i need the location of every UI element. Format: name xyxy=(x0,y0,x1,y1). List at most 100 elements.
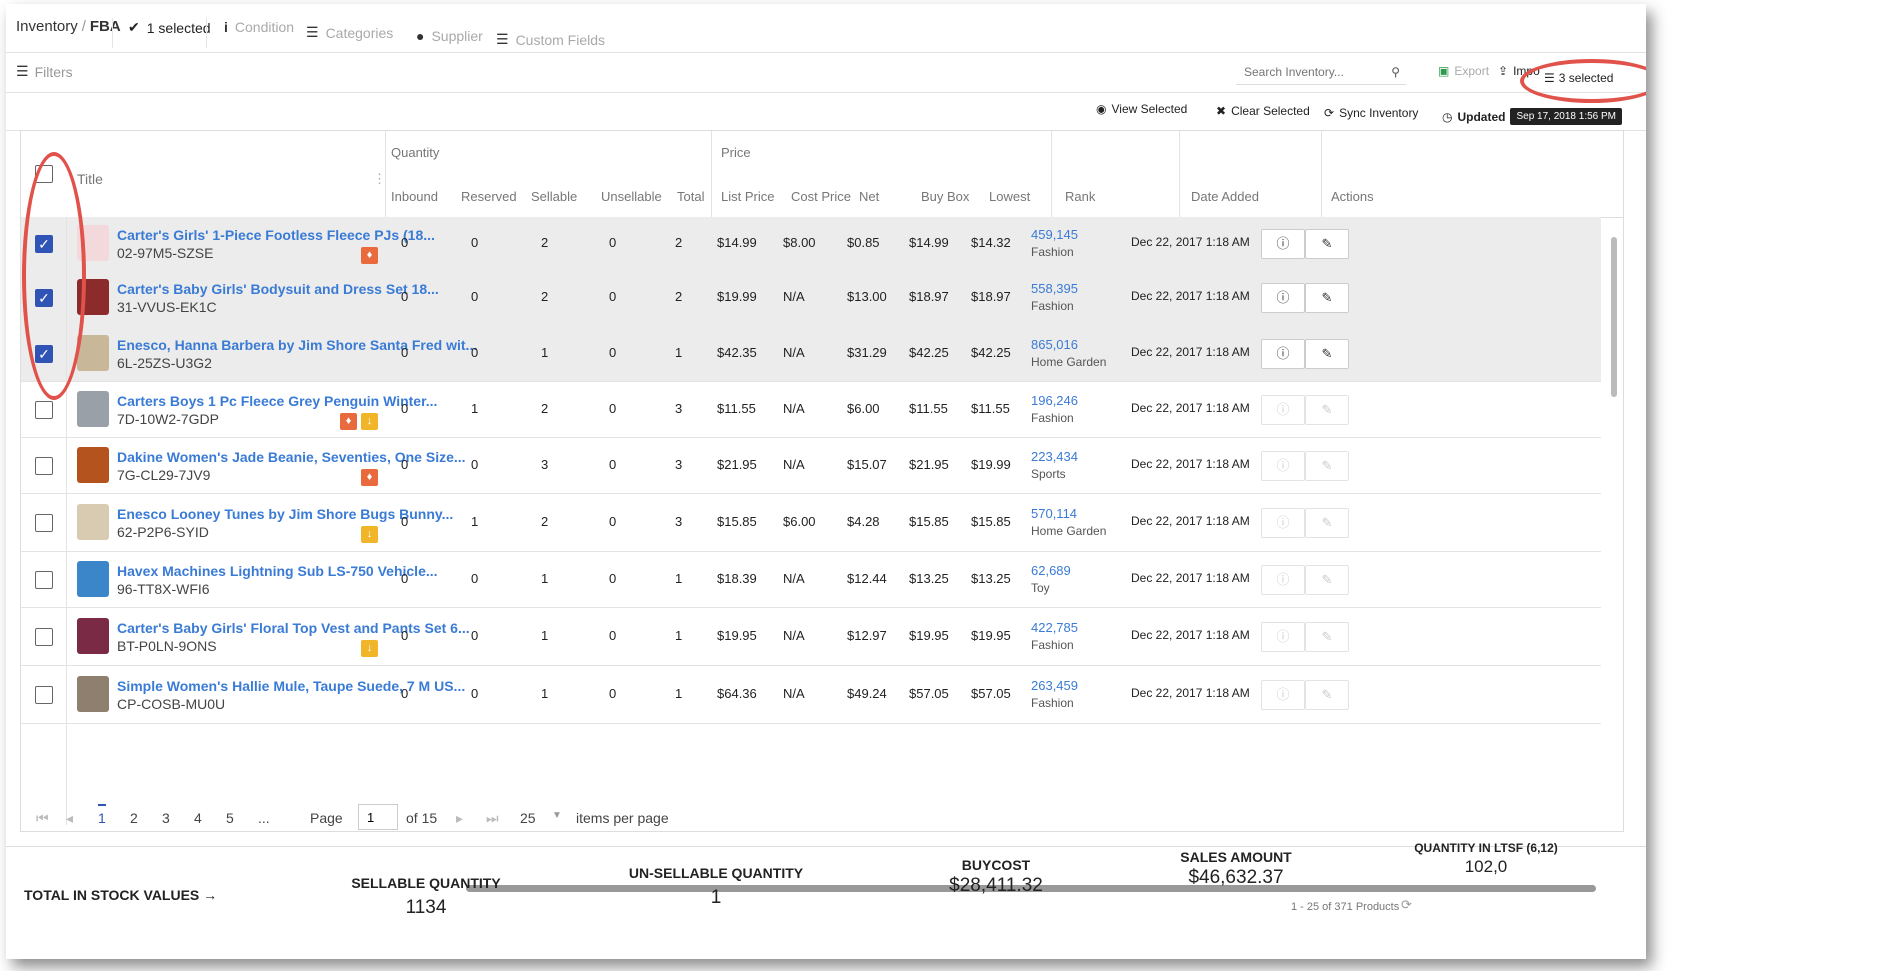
sync-inventory-button[interactable]: ⟳ Sync Inventory xyxy=(1324,106,1418,120)
rank-link[interactable]: 459,145 xyxy=(1031,227,1078,242)
edit-button[interactable]: ✎ xyxy=(1305,622,1349,652)
table-row[interactable]: Enesco Looney Tunes by Jim Shore Bugs Bu… xyxy=(21,493,1601,552)
info-button[interactable]: ⓘ xyxy=(1261,508,1305,538)
header-sellable[interactable]: Sellable xyxy=(531,189,577,204)
product-title-link[interactable]: Carter's Girls' 1-Piece Footless Fleece … xyxy=(117,227,435,243)
condition-filter[interactable]: i Condition xyxy=(224,19,294,35)
edit-button[interactable]: ✎ xyxy=(1305,508,1349,538)
selected-count-chip[interactable]: ☰ 3 selected xyxy=(1544,71,1613,85)
product-title-link[interactable]: Enesco, Hanna Barbera by Jim Shore Santa… xyxy=(117,337,477,353)
product-title-link[interactable]: Carter's Baby Girls' Floral Top Vest and… xyxy=(117,620,470,636)
table-row[interactable]: ✓ Enesco, Hanna Barbera by Jim Shore Sant… xyxy=(21,325,1601,382)
info-icon: ⓘ xyxy=(1276,515,1290,530)
header-rank[interactable]: Rank xyxy=(1065,189,1095,204)
vertical-scrollbar[interactable] xyxy=(1611,237,1617,397)
header-list-price[interactable]: List Price xyxy=(721,189,774,204)
info-button[interactable]: ⓘ xyxy=(1261,451,1305,481)
page-1[interactable]: 1 xyxy=(98,804,106,826)
rank-link[interactable]: 223,434 xyxy=(1031,449,1078,464)
header-total[interactable]: Total xyxy=(677,189,704,204)
product-title-link[interactable]: Carter's Baby Girls' Bodysuit and Dress … xyxy=(117,281,439,297)
header-title[interactable]: Title xyxy=(77,171,103,187)
filters-button[interactable]: ☰ Filters xyxy=(16,63,73,80)
cell-inbound: 0 xyxy=(401,571,409,586)
info-button[interactable]: ⓘ xyxy=(1261,339,1305,369)
filters-label: Filters xyxy=(34,63,73,80)
selected-count-label: 3 selected xyxy=(1558,71,1614,85)
header-net[interactable]: Net xyxy=(859,189,879,204)
rank-link[interactable]: 196,246 xyxy=(1031,393,1078,408)
import-button[interactable]: ⇪ Impo xyxy=(1498,64,1540,78)
header-unsellable[interactable]: Unsellable xyxy=(601,189,662,204)
last-page-icon[interactable]: ⏭ xyxy=(486,810,499,827)
table-row[interactable]: Havex Machines Lightning Sub LS-750 Vehi… xyxy=(21,551,1601,608)
select-all-checkbox[interactable] xyxy=(35,165,53,183)
rank-category: Fashion xyxy=(1031,299,1074,313)
next-page-icon[interactable]: ▸ xyxy=(456,810,463,827)
table-row[interactable]: Simple Women's Hallie Mule, Taupe Suede,… xyxy=(21,665,1601,724)
header-reserved[interactable]: Reserved xyxy=(461,189,517,204)
cell-inbound: 0 xyxy=(401,345,409,360)
product-title-link[interactable]: Dakine Women's Jade Beanie, Seventies, O… xyxy=(117,449,466,465)
page-3[interactable]: 3 xyxy=(162,810,170,826)
supplier-filter[interactable]: ● Supplier xyxy=(416,28,483,44)
header-date-added[interactable]: Date Added xyxy=(1191,189,1259,204)
info-button[interactable]: ⓘ xyxy=(1261,680,1305,710)
rank-link[interactable]: 422,785 xyxy=(1031,620,1078,635)
rank-link[interactable]: 263,459 xyxy=(1031,678,1078,693)
cell-net: $12.44 xyxy=(847,571,887,586)
product-sku: 7G-CL29-7JV9 xyxy=(117,467,211,483)
info-button[interactable]: ⓘ xyxy=(1261,395,1305,425)
page-4[interactable]: 4 xyxy=(194,810,202,826)
page-ellipsis[interactable]: ... xyxy=(258,810,270,826)
edit-button[interactable]: ✎ xyxy=(1305,680,1349,710)
chevron-down-icon[interactable]: ▼ xyxy=(552,810,562,821)
info-button[interactable]: ⓘ xyxy=(1261,565,1305,595)
page-5[interactable]: 5 xyxy=(226,810,234,826)
cell-sellable: 1 xyxy=(541,571,549,586)
cell-total: 2 xyxy=(675,235,683,250)
table-row[interactable]: Carter's Baby Girls' Floral Top Vest and… xyxy=(21,607,1601,666)
search-icon[interactable]: ⚲ xyxy=(1391,65,1400,79)
per-page-select[interactable]: 25 xyxy=(520,810,536,826)
rank-link[interactable]: 570,114 xyxy=(1031,506,1077,521)
header-buy-box[interactable]: Buy Box xyxy=(921,189,969,204)
cell-list-price: $19.95 xyxy=(717,628,757,643)
rank-link[interactable]: 558,395 xyxy=(1031,281,1078,296)
info-button[interactable]: ⓘ xyxy=(1261,283,1305,313)
info-button[interactable]: ⓘ xyxy=(1261,229,1305,259)
edit-button[interactable]: ✎ xyxy=(1305,565,1349,595)
rank-link[interactable]: 62,689 xyxy=(1031,563,1071,578)
first-page-icon[interactable]: ⏮ xyxy=(36,810,49,827)
close-icon: ✖ xyxy=(1216,104,1227,118)
rank-link[interactable]: 865,016 xyxy=(1031,337,1078,352)
edit-button[interactable]: ✎ xyxy=(1305,283,1349,313)
selected-toggle[interactable]: ✔ 1 selected xyxy=(128,19,211,36)
page-number-input[interactable] xyxy=(358,804,398,830)
page-2[interactable]: 2 xyxy=(130,810,138,826)
categories-filter[interactable]: ☰ Categories xyxy=(306,24,393,41)
edit-button[interactable]: ✎ xyxy=(1305,339,1349,369)
product-title-link[interactable]: Havex Machines Lightning Sub LS-750 Vehi… xyxy=(117,563,438,579)
clear-selected-button[interactable]: ✖ Clear Selected xyxy=(1216,104,1310,118)
product-title-link[interactable]: Carters Boys 1 Pc Fleece Grey Penguin Wi… xyxy=(117,393,437,409)
table-row[interactable]: Carters Boys 1 Pc Fleece Grey Penguin Wi… xyxy=(21,381,1601,438)
edit-button[interactable]: ✎ xyxy=(1305,451,1349,481)
custom-fields-filter[interactable]: ☰ Custom Fields xyxy=(496,31,605,48)
product-title-link[interactable]: Simple Women's Hallie Mule, Taupe Suede,… xyxy=(117,678,465,694)
table-row[interactable]: Dakine Women's Jade Beanie, Seventies, O… xyxy=(21,437,1601,494)
search-input[interactable] xyxy=(1242,63,1376,80)
edit-button[interactable]: ✎ xyxy=(1305,395,1349,425)
header-inbound[interactable]: Inbound xyxy=(391,189,438,204)
header-cost-price[interactable]: Cost Price xyxy=(791,189,851,204)
info-button[interactable]: ⓘ xyxy=(1261,622,1305,652)
view-selected-button[interactable]: ◉ View Selected xyxy=(1096,102,1187,116)
header-lowest[interactable]: Lowest xyxy=(989,189,1030,204)
breadcrumb-parent[interactable]: Inventory xyxy=(16,18,78,35)
table-row[interactable]: ✓ Carter's Baby Girls' Bodysuit and Dress… xyxy=(21,269,1601,326)
export-button[interactable]: ▣ Export xyxy=(1438,64,1489,78)
product-thumbnail xyxy=(77,618,109,654)
edit-button[interactable]: ✎ xyxy=(1305,229,1349,259)
table-row[interactable]: ✓ Carter's Girls' 1-Piece Footless Fleece… xyxy=(21,217,1601,270)
prev-page-icon[interactable]: ◂ xyxy=(66,810,73,827)
